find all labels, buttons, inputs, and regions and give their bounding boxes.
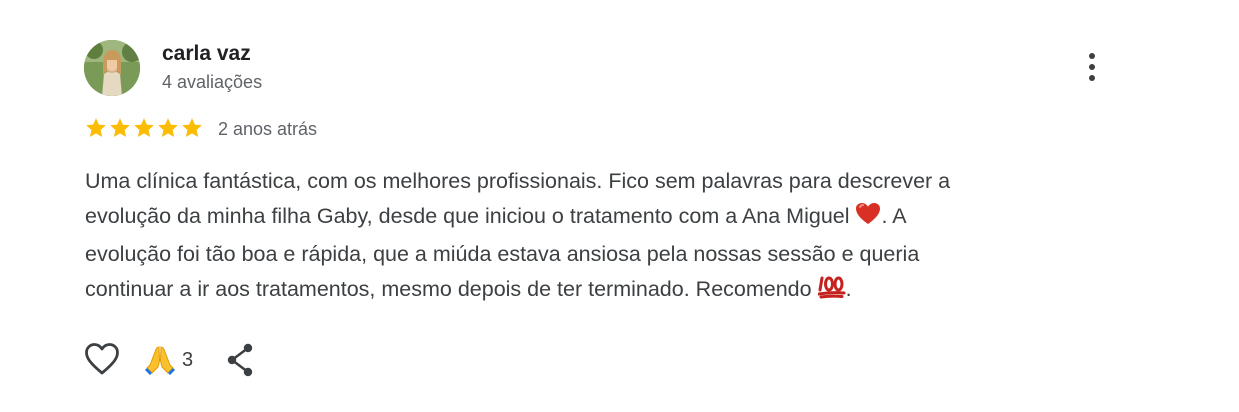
avatar-photo — [84, 40, 140, 96]
review-text-line: evolução foi tão boa e rápida, que a miú… — [85, 242, 920, 266]
more-vertical-icon-dot — [1089, 75, 1095, 81]
share-icon — [227, 343, 253, 377]
review-card: carla vaz 4 avaliações 2 anos atrás Uma … — [0, 0, 1239, 412]
heart-outline-icon — [85, 343, 119, 375]
review-text-fragment: . A — [881, 204, 907, 228]
author-reviews-count[interactable]: 4 avaliações — [162, 70, 262, 94]
more-options-button[interactable] — [1077, 48, 1107, 86]
star-icon — [134, 118, 154, 137]
share-button[interactable] — [224, 342, 258, 378]
star-icon — [110, 118, 130, 137]
heart-emoji — [855, 202, 881, 237]
reaction-count: 3 — [182, 349, 194, 371]
star-icon — [182, 118, 202, 137]
reaction-button[interactable]: 3 — [144, 342, 193, 378]
review-text-fragment: continuar a ir aos tratamentos, mesmo de… — [85, 277, 818, 301]
more-vertical-icon-dot — [1089, 64, 1095, 70]
review-text-fragment: . — [845, 277, 852, 301]
review-text-line: evolução da minha filha Gaby, desde que … — [85, 199, 1095, 237]
star-rating — [84, 116, 204, 140]
author-name[interactable]: carla vaz — [162, 41, 251, 67]
review-text: Uma clínica fantástica, com os melhores … — [85, 164, 1095, 310]
review-date: 2 anos atrás — [218, 119, 318, 139]
star-icon — [158, 118, 178, 137]
review-text-line: continuar a ir aos tratamentos, mesmo de… — [85, 272, 1095, 310]
review-text-line: Uma clínica fantástica, com os melhores … — [85, 169, 951, 193]
folded-hands-emoji — [145, 346, 175, 375]
star-icon — [86, 118, 106, 137]
review-text-fragment: evolução da minha filha Gaby, desde que … — [85, 204, 856, 228]
hundred-points-emoji — [817, 275, 846, 310]
like-button[interactable] — [84, 342, 120, 376]
avatar[interactable] — [84, 40, 140, 96]
more-vertical-icon — [1089, 53, 1095, 59]
